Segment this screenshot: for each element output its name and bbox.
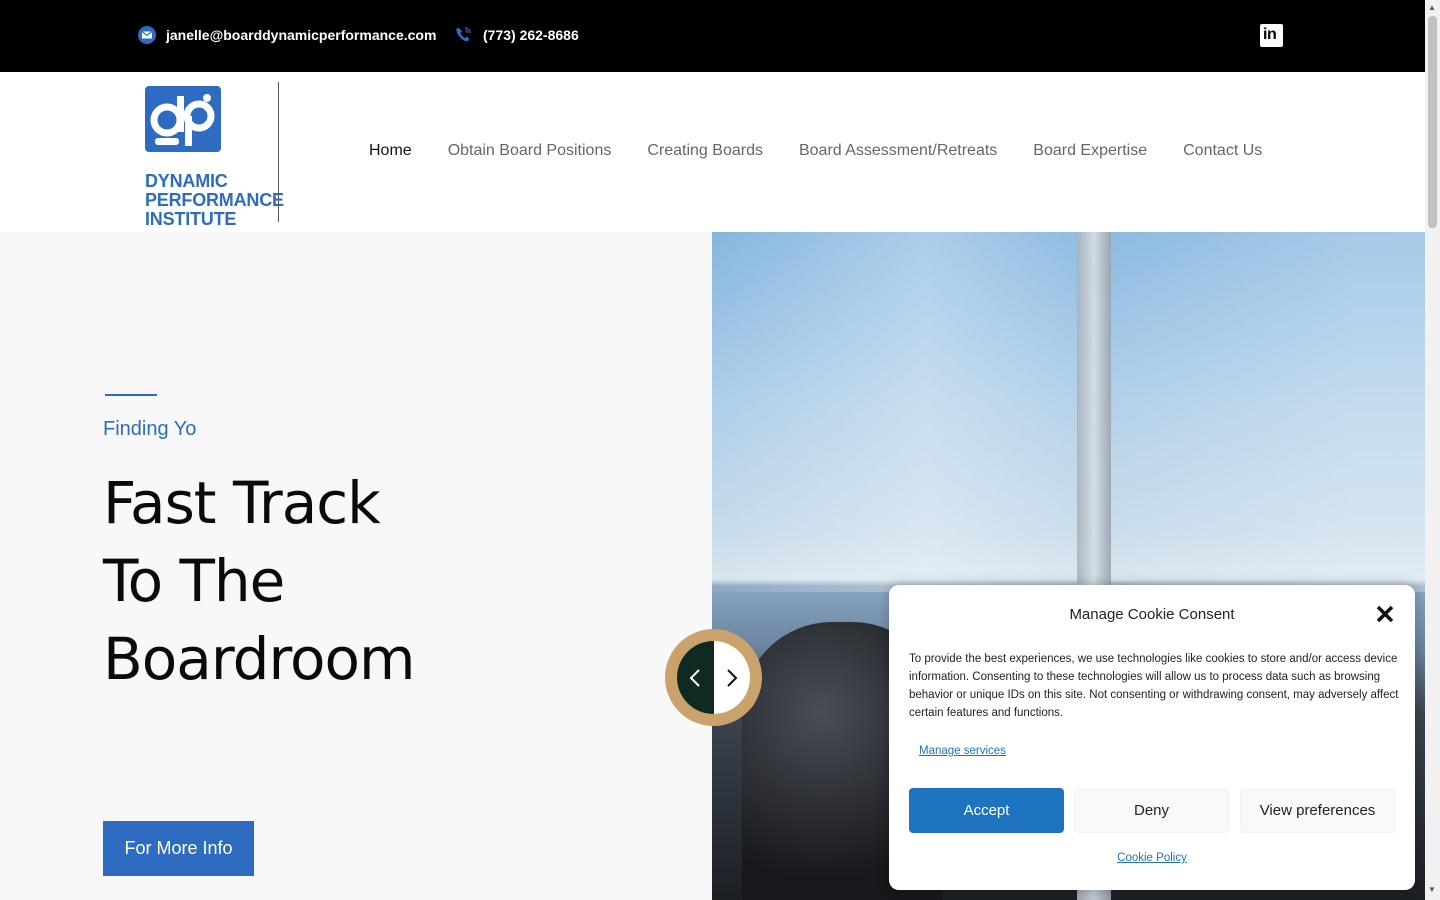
top-bar: janelle@boarddynamicperformance.com (773… [0, 0, 1425, 72]
linkedin-glyph: in [1263, 26, 1277, 43]
cookie-description: To provide the best experiences, we use … [909, 653, 1399, 719]
nav-item-obtain-board-positions[interactable]: Obtain Board Positions [448, 142, 612, 160]
more-info-button[interactable]: For More Info [103, 821, 254, 876]
logo-line-1: DYNAMIC [145, 171, 228, 191]
logo-divider [278, 82, 279, 222]
hero-accent-line [105, 394, 157, 396]
site-header: DYNAMIC PERFORMANCE INSTITUTE Home Obtai… [0, 72, 1425, 232]
scroll-down-arrow-icon[interactable]: ▼ [1428, 885, 1436, 894]
email-text[interactable]: janelle@boarddynamicperformance.com [166, 27, 436, 43]
window-glass [712, 232, 1425, 592]
envelope-icon [138, 26, 156, 44]
nav-item-contact-us[interactable]: Contact Us [1183, 142, 1262, 160]
slider-next-button[interactable] [713, 641, 750, 714]
logo-line-2: PERFORMANCE [145, 190, 284, 210]
hero-title-line-3: Boardroom [103, 625, 416, 693]
linkedin-icon[interactable]: in [1260, 24, 1283, 47]
deny-button[interactable]: Deny [1074, 788, 1229, 833]
chevron-right-icon [727, 668, 738, 687]
chevron-left-icon [689, 668, 700, 687]
nav-item-board-assessment[interactable]: Board Assessment/Retreats [799, 142, 997, 160]
scrollbar-thumb[interactable] [1428, 16, 1437, 228]
nav-item-board-expertise[interactable]: Board Expertise [1033, 142, 1147, 160]
accept-button[interactable]: Accept [909, 788, 1064, 833]
close-icon[interactable] [1374, 603, 1396, 625]
phone-icon [456, 27, 471, 42]
nav-item-creating-boards[interactable]: Creating Boards [647, 142, 763, 160]
email-link[interactable]: janelle@boarddynamicperformance.com [138, 24, 436, 46]
logo-mark [145, 86, 221, 152]
phone-link[interactable]: (773) 262-8686 [453, 24, 579, 46]
cookie-consent-dialog: Manage Cookie Consent To provide the bes… [889, 585, 1415, 890]
phone-text[interactable]: (773) 262-8686 [483, 27, 579, 43]
page-scrollbar[interactable]: ▲ ▼ [1425, 0, 1440, 900]
main-nav: Home Obtain Board Positions Creating Boa… [369, 142, 1262, 160]
hero-title-line-2: To The [103, 547, 285, 615]
slider-controls [665, 629, 762, 726]
slider-prev-button[interactable] [677, 641, 714, 714]
cookie-policy-link[interactable]: Cookie Policy [889, 852, 1415, 864]
manage-services-link[interactable]: Manage services [919, 745, 1006, 757]
hero-title-line-1: Fast Track [103, 469, 381, 537]
cookie-title: Manage Cookie Consent [1069, 606, 1235, 623]
site-logo[interactable]: DYNAMIC PERFORMANCE INSTITUTE [145, 86, 284, 229]
logo-text: DYNAMIC PERFORMANCE INSTITUTE [145, 172, 284, 229]
nav-item-home[interactable]: Home [369, 142, 412, 160]
hero-title: Fast Track To The Boardroom [103, 464, 553, 698]
hero-section: Finding Yo Fast Track To The Boardroom F… [0, 232, 712, 900]
logo-line-3: INSTITUTE [145, 209, 237, 229]
view-preferences-button[interactable]: View preferences [1240, 788, 1395, 833]
scroll-up-arrow-icon[interactable]: ▲ [1428, 3, 1436, 12]
hero-subtitle: Finding Yo [103, 418, 197, 440]
